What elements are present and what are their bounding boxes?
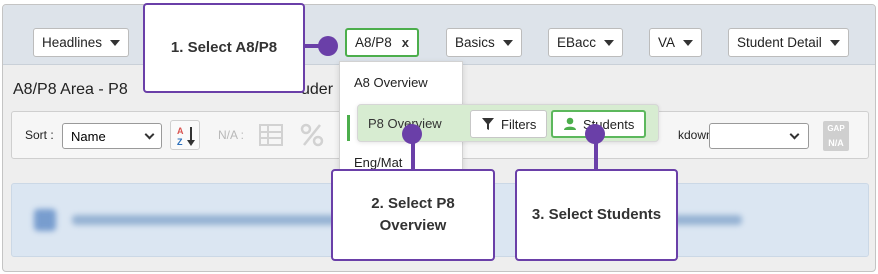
gap-value: N/A: [828, 138, 844, 148]
svg-text:A: A: [177, 126, 184, 136]
nav-dropdown-headlines[interactable]: Headlines: [33, 28, 130, 57]
chevron-down-icon: [144, 129, 155, 139]
nav-dropdown-label: VA: [658, 35, 676, 50]
nav-dropdown-label: Headlines: [42, 35, 103, 50]
percent-icon: [300, 122, 324, 154]
callout-marker: [318, 36, 338, 56]
nav-dropdown-ebacc[interactable]: EBacc: [548, 28, 624, 57]
filters-button-label: Filters: [501, 116, 537, 132]
callout-step-1: 1. Select A8/P8: [143, 3, 305, 93]
breakdown-select[interactable]: [709, 123, 809, 149]
menu-item-eng-mat[interactable]: Eng/Mat: [354, 155, 402, 170]
gap-badge: GAP N/A: [823, 121, 849, 151]
svg-text:Z: Z: [177, 137, 183, 147]
sort-select[interactable]: Name: [62, 123, 162, 149]
funnel-icon: [482, 118, 494, 130]
menu-selection-indicator: [347, 115, 350, 141]
callout-marker: [585, 124, 605, 144]
nav-dropdown-a8p8[interactable]: A8/P8 x: [345, 28, 420, 57]
sort-az-icon[interactable]: A Z: [170, 120, 200, 150]
user-icon: [564, 117, 576, 130]
filters-button[interactable]: Filters: [470, 110, 548, 138]
page-title-end: uder: [301, 81, 334, 98]
nav-dropdown-label: Student Detail: [737, 35, 822, 50]
nav-dropdown-va[interactable]: VA: [649, 28, 703, 57]
caret-down-icon: [110, 39, 121, 46]
nav-dropdown-label: EBacc: [557, 35, 597, 50]
blurred-text: [72, 215, 352, 225]
page-title-start: A8/P8 Area - P8: [13, 81, 128, 98]
callout-step-2: 2. Select P8 Overview: [331, 169, 495, 261]
close-icon[interactable]: x: [402, 35, 409, 50]
callout-text: 1. Select A8/P8: [170, 39, 278, 56]
gap-label: GAP: [827, 124, 845, 133]
blurred-icon: [34, 209, 56, 231]
chevron-down-icon: [789, 129, 800, 139]
sort-select-value: Name: [71, 128, 106, 144]
nav-dropdown-basics[interactable]: Basics: [446, 28, 522, 57]
nav-dropdown-student-detail[interactable]: Student Detail: [728, 28, 849, 57]
sort-label: Sort :: [25, 128, 54, 142]
na-label: N/A :: [218, 128, 245, 142]
callout-text: 3. Select Students: [531, 206, 662, 223]
callout-text: 2. Select P8 Overview: [371, 195, 455, 234]
caret-down-icon: [604, 39, 615, 46]
callout-step-3: 3. Select Students: [515, 169, 678, 261]
page-title: A8/P8 Area - P8 uder: [13, 81, 333, 99]
grid-icon: [258, 122, 284, 154]
caret-down-icon: [502, 39, 513, 46]
nav-dropdown-label: A8/P8: [355, 35, 392, 50]
callout-marker: [402, 124, 422, 144]
screenshot-frame: Headlines A8/P8 x Basics EBacc VA Studen…: [0, 0, 878, 274]
caret-down-icon: [829, 39, 840, 46]
top-nav-bar: Headlines A8/P8 x Basics EBacc VA Studen…: [3, 5, 875, 65]
menu-item-a8-overview[interactable]: A8 Overview: [354, 75, 428, 90]
caret-down-icon: [683, 39, 694, 46]
nav-dropdown-label: Basics: [455, 35, 495, 50]
